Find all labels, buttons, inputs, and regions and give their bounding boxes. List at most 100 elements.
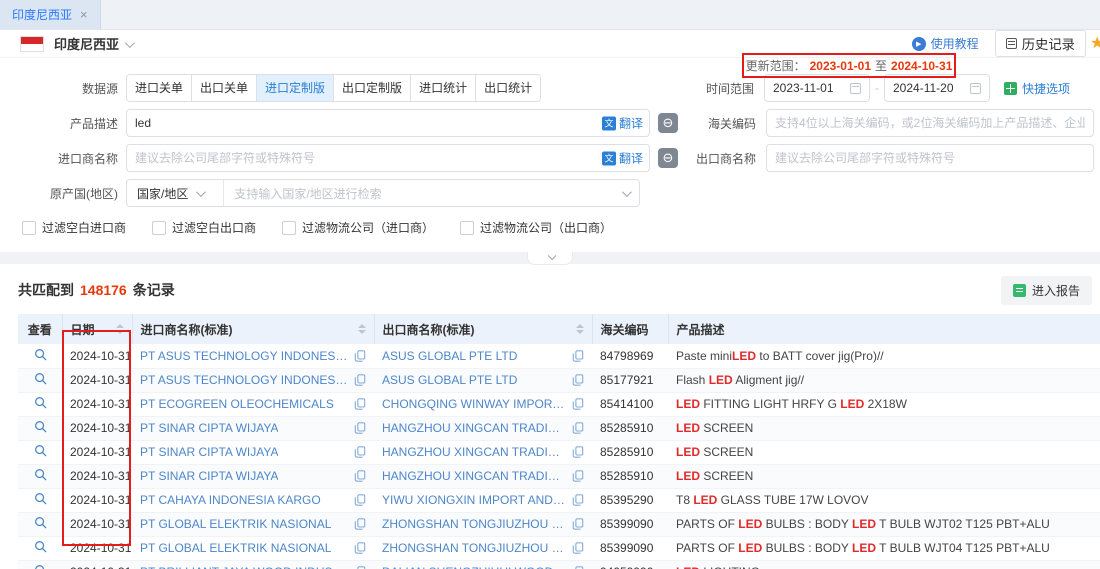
exporter-link[interactable]: HANGZHOU XINGCAN TRADING CO LTD xyxy=(382,469,566,483)
origin-country-select[interactable]: 国家/地区 xyxy=(127,180,224,206)
sort-icon[interactable] xyxy=(358,324,366,334)
filter-checkbox-3[interactable]: 过滤物流公司（出口商） xyxy=(460,219,612,236)
start-date-input[interactable]: 2023-11-01 xyxy=(764,74,870,102)
copy-icon[interactable] xyxy=(572,494,584,506)
checkbox-icon[interactable] xyxy=(460,221,474,235)
filter-checkbox-1[interactable]: 过滤空白出口商 xyxy=(152,219,256,236)
enter-report-button[interactable]: 进入报告 xyxy=(1001,276,1092,305)
view-record-button[interactable] xyxy=(34,468,47,481)
table-row: 2024-10-31PT GLOBAL ELEKTRIK NASIONAL ZH… xyxy=(18,512,1100,536)
view-record-button[interactable] xyxy=(34,420,47,433)
tab-label: 印度尼西亚 xyxy=(12,6,72,23)
view-record-button[interactable] xyxy=(34,396,47,409)
data-source-tab-1[interactable]: 出口关单 xyxy=(191,75,256,101)
data-source-tab-3[interactable]: 出口定制版 xyxy=(333,75,410,101)
product-desc-input[interactable] xyxy=(126,109,650,137)
chevron-down-icon xyxy=(125,38,135,48)
view-record-button[interactable] xyxy=(34,444,47,457)
copy-icon[interactable] xyxy=(354,350,366,362)
checkbox-icon[interactable] xyxy=(22,221,36,235)
tab-indonesia[interactable]: 印度尼西亚 × xyxy=(0,0,101,29)
data-source-tab-2[interactable]: 进口定制版 xyxy=(256,75,333,101)
checkbox-icon[interactable] xyxy=(152,221,166,235)
data-source-tab-4[interactable]: 进口统计 xyxy=(410,75,475,101)
history-button[interactable]: 历史记录 xyxy=(995,30,1086,57)
copy-icon[interactable] xyxy=(572,470,584,482)
date-cell: 2024-10-31 xyxy=(62,560,132,569)
tutorial-link[interactable]: ▶ 使用教程 xyxy=(912,35,979,52)
importer-link[interactable]: PT BRILLIANT JAYA WOOD INDUSTRY xyxy=(140,565,348,569)
hs-code-input[interactable] xyxy=(766,109,1094,137)
exporter-link[interactable]: ASUS GLOBAL PTE LTD xyxy=(382,373,517,387)
importer-link[interactable]: PT GLOBAL ELEKTRIK NASIONAL xyxy=(140,517,331,531)
copy-icon[interactable] xyxy=(572,542,584,554)
importer-link[interactable]: PT GLOBAL ELEKTRIK NASIONAL xyxy=(140,541,331,555)
data-source-label: 数据源 xyxy=(18,80,118,97)
copy-icon[interactable] xyxy=(572,422,584,434)
filter-checkbox-0[interactable]: 过滤空白进口商 xyxy=(22,219,126,236)
importer-link[interactable]: PT ASUS TECHNOLOGY INDONESIA BA... xyxy=(140,349,348,363)
exporter-link[interactable]: HANGZHOU XINGCAN TRADING CO LTD xyxy=(382,445,566,459)
chevron-down-icon xyxy=(548,252,556,260)
country-dropdown[interactable] xyxy=(125,37,132,51)
exact-match-icon[interactable]: ⊖ xyxy=(658,113,678,133)
origin-search-placeholder[interactable]: 支持输入国家/地区进行检索 xyxy=(224,185,622,202)
filter-checkbox-2[interactable]: 过滤物流公司（进口商） xyxy=(282,219,434,236)
importer-link[interactable]: PT SINAR CIPTA WIJAYA xyxy=(140,445,278,459)
exporter-link[interactable]: ASUS GLOBAL PTE LTD xyxy=(382,349,517,363)
importer-link[interactable]: PT SINAR CIPTA WIJAYA xyxy=(140,421,278,435)
country-name: 印度尼西亚 xyxy=(54,34,119,53)
copy-icon[interactable] xyxy=(572,446,584,458)
column-header-label: 海关编码 xyxy=(601,321,649,338)
copy-icon[interactable] xyxy=(354,470,366,482)
copy-icon[interactable] xyxy=(354,398,366,410)
column-header-3[interactable]: 出口商名称(标准) xyxy=(374,314,592,344)
copy-icon[interactable] xyxy=(354,374,366,386)
copy-icon[interactable] xyxy=(354,542,366,554)
filter-checkbox-label: 过滤物流公司（出口商） xyxy=(480,219,612,236)
exporter-link[interactable]: CHONGQING WINWAY IMPORT AND E... xyxy=(382,397,566,411)
copy-icon[interactable] xyxy=(354,494,366,506)
exporter-link[interactable]: HANGZHOU XINGCAN TRADING CO LTD xyxy=(382,421,566,435)
view-record-button[interactable] xyxy=(34,516,47,529)
copy-icon[interactable] xyxy=(572,518,584,530)
exporter-link[interactable]: ZHONGSHAN TONGJIUZHOU INTERNA... xyxy=(382,541,566,555)
exporter-name-input[interactable] xyxy=(766,144,1094,172)
exporter-link[interactable]: DALIAN SHENGZHIHUI WOOD INDUST... xyxy=(382,565,566,569)
translate-button[interactable]: 文 翻译 xyxy=(602,115,643,132)
view-record-button[interactable] xyxy=(34,492,47,505)
sort-icon[interactable] xyxy=(116,324,124,334)
column-header-2[interactable]: 进口商名称(标准) xyxy=(132,314,374,344)
copy-icon[interactable] xyxy=(354,446,366,458)
column-header-1[interactable]: 日期 xyxy=(62,314,132,344)
importer-link[interactable]: PT SINAR CIPTA WIJAYA xyxy=(140,469,278,483)
exact-match-icon[interactable]: ⊖ xyxy=(658,148,678,168)
view-record-button[interactable] xyxy=(34,372,47,385)
table-row: 2024-10-31PT CAHAYA INDONESIA KARGO YIWU… xyxy=(18,488,1100,512)
copy-icon[interactable] xyxy=(572,398,584,410)
view-record-button[interactable] xyxy=(34,348,47,361)
importer-link[interactable]: PT CAHAYA INDONESIA KARGO xyxy=(140,493,321,507)
tab-close-icon[interactable]: × xyxy=(80,7,88,22)
results-panel: 共匹配到 148176 条记录 进入报告 查看日期进口商名称(标准)出口商名称(… xyxy=(0,264,1100,569)
end-date-input[interactable]: 2024-11-20 xyxy=(884,74,990,102)
quick-options-link[interactable]: 快捷选项 xyxy=(1004,80,1070,97)
tutorial-play-icon: ▶ xyxy=(912,37,926,51)
importer-name-input[interactable] xyxy=(126,144,650,172)
copy-icon[interactable] xyxy=(572,374,584,386)
importer-link[interactable]: PT ASUS TECHNOLOGY INDONESIA BA... xyxy=(140,373,348,387)
view-record-button[interactable] xyxy=(34,564,47,569)
importer-link[interactable]: PT ECOGREEN OLEOCHEMICALS xyxy=(140,397,334,411)
data-source-tab-0[interactable]: 进口关单 xyxy=(127,75,191,101)
exporter-link[interactable]: YIWU XIONGXIN IMPORT AND EXPORT... xyxy=(382,493,566,507)
view-record-button[interactable] xyxy=(34,540,47,553)
copy-icon[interactable] xyxy=(354,422,366,434)
exporter-link[interactable]: ZHONGSHAN TONGJIUZHOU INTERNA... xyxy=(382,517,566,531)
sort-icon[interactable] xyxy=(576,324,584,334)
data-source-tab-5[interactable]: 出口统计 xyxy=(475,75,540,101)
copy-icon[interactable] xyxy=(572,350,584,362)
collapse-panel-button[interactable] xyxy=(527,252,573,265)
checkbox-icon[interactable] xyxy=(282,221,296,235)
translate-button[interactable]: 文 翻译 xyxy=(602,150,643,167)
copy-icon[interactable] xyxy=(354,518,366,530)
